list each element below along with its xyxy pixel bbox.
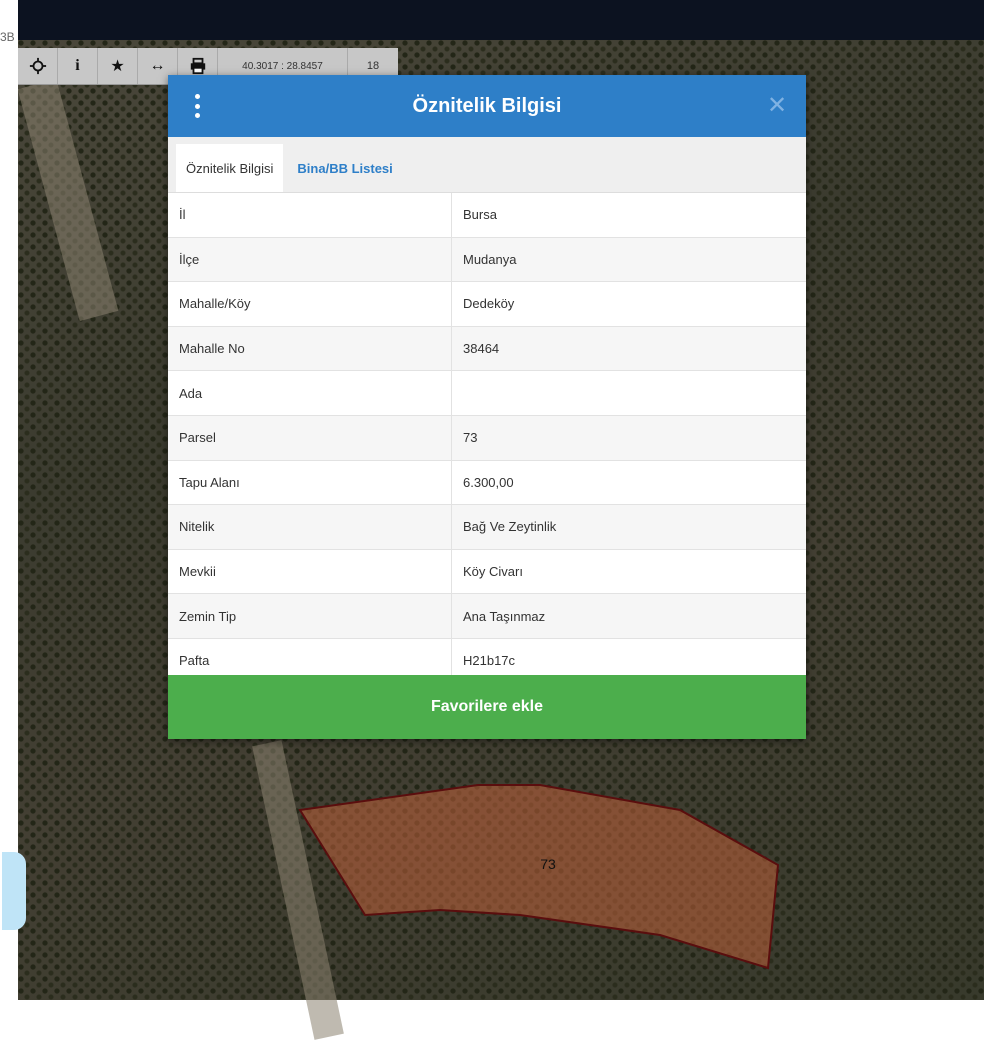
favorite-button[interactable]: ★ bbox=[98, 48, 138, 84]
row-key: Mahalle/Köy bbox=[168, 282, 452, 326]
row-value: Köy Civarı bbox=[463, 564, 523, 580]
table-row: Tapu Alanı 6.300,00 bbox=[168, 460, 806, 506]
arrows-horizontal-icon: ↔ bbox=[149, 57, 166, 74]
star-icon: ★ bbox=[110, 58, 125, 75]
table-row: Nitelik Bağ Ve Zeytinlik bbox=[168, 505, 806, 550]
kebab-menu-icon[interactable] bbox=[192, 94, 202, 118]
add-to-favorites-button[interactable]: Favorilere ekle bbox=[168, 675, 806, 739]
row-key: İl bbox=[168, 193, 452, 237]
row-key: Nitelik bbox=[168, 505, 452, 549]
row-key: Ada bbox=[168, 371, 452, 415]
dialog-header: Öznitelik Bilgisi ✕ bbox=[168, 75, 806, 137]
table-row: Ada bbox=[168, 371, 806, 416]
table-row: Parsel 73 bbox=[168, 415, 806, 461]
row-value: Ana Taşınmaz bbox=[463, 608, 546, 624]
crosshair-icon bbox=[29, 57, 46, 75]
close-icon[interactable]: ✕ bbox=[764, 93, 790, 119]
tab-attribute-info[interactable]: Öznitelik Bilgisi bbox=[176, 144, 284, 192]
row-value: Bursa bbox=[463, 207, 497, 223]
row-key: Mevkii bbox=[168, 549, 452, 594]
dialog-title: Öznitelik Bilgisi bbox=[412, 94, 562, 117]
table-row: Zemin Tip Ana Taşınmaz bbox=[168, 594, 806, 639]
parcel-label: 73 bbox=[540, 856, 556, 872]
row-key: Zemin Tip bbox=[168, 594, 452, 638]
row-key: Tapu Alanı bbox=[168, 460, 452, 505]
info-icon: i bbox=[75, 57, 80, 74]
attribute-table: İl Bursa İlçe Mudanya Mahalle/Köy Dedekö… bbox=[168, 193, 806, 684]
attribute-info-dialog: Öznitelik Bilgisi ✕ Öznitelik Bilgisi Bi… bbox=[168, 75, 806, 739]
row-value: Mudanya bbox=[463, 251, 517, 267]
row-key: Parsel bbox=[168, 415, 452, 460]
info-button[interactable]: i bbox=[58, 48, 98, 84]
row-key: İlçe bbox=[168, 237, 452, 282]
locate-button[interactable] bbox=[18, 48, 58, 84]
table-row: Mahalle/Köy Dedeköy bbox=[168, 282, 806, 327]
table-row: İlçe Mudanya bbox=[168, 237, 806, 283]
dialog-tabs: Öznitelik Bilgisi Bina/BB Listesi bbox=[168, 137, 806, 193]
tab-building-list[interactable]: Bina/BB Listesi bbox=[283, 144, 402, 192]
parcel-polygon[interactable] bbox=[298, 784, 780, 970]
row-value: 6.300,00 bbox=[463, 474, 514, 490]
table-row: Mevkii Köy Civarı bbox=[168, 549, 806, 595]
table-row: Mahalle No 38464 bbox=[168, 326, 806, 372]
row-value bbox=[452, 371, 806, 415]
row-value: 73 bbox=[463, 430, 478, 446]
printer-icon bbox=[190, 57, 205, 75]
row-value: Dedeköy bbox=[463, 296, 515, 312]
table-row: İl Bursa bbox=[168, 193, 806, 238]
row-value: Bağ Ve Zeytinlik bbox=[463, 519, 557, 535]
row-key: Mahalle No bbox=[168, 326, 452, 371]
row-value: 38464 bbox=[463, 341, 500, 357]
